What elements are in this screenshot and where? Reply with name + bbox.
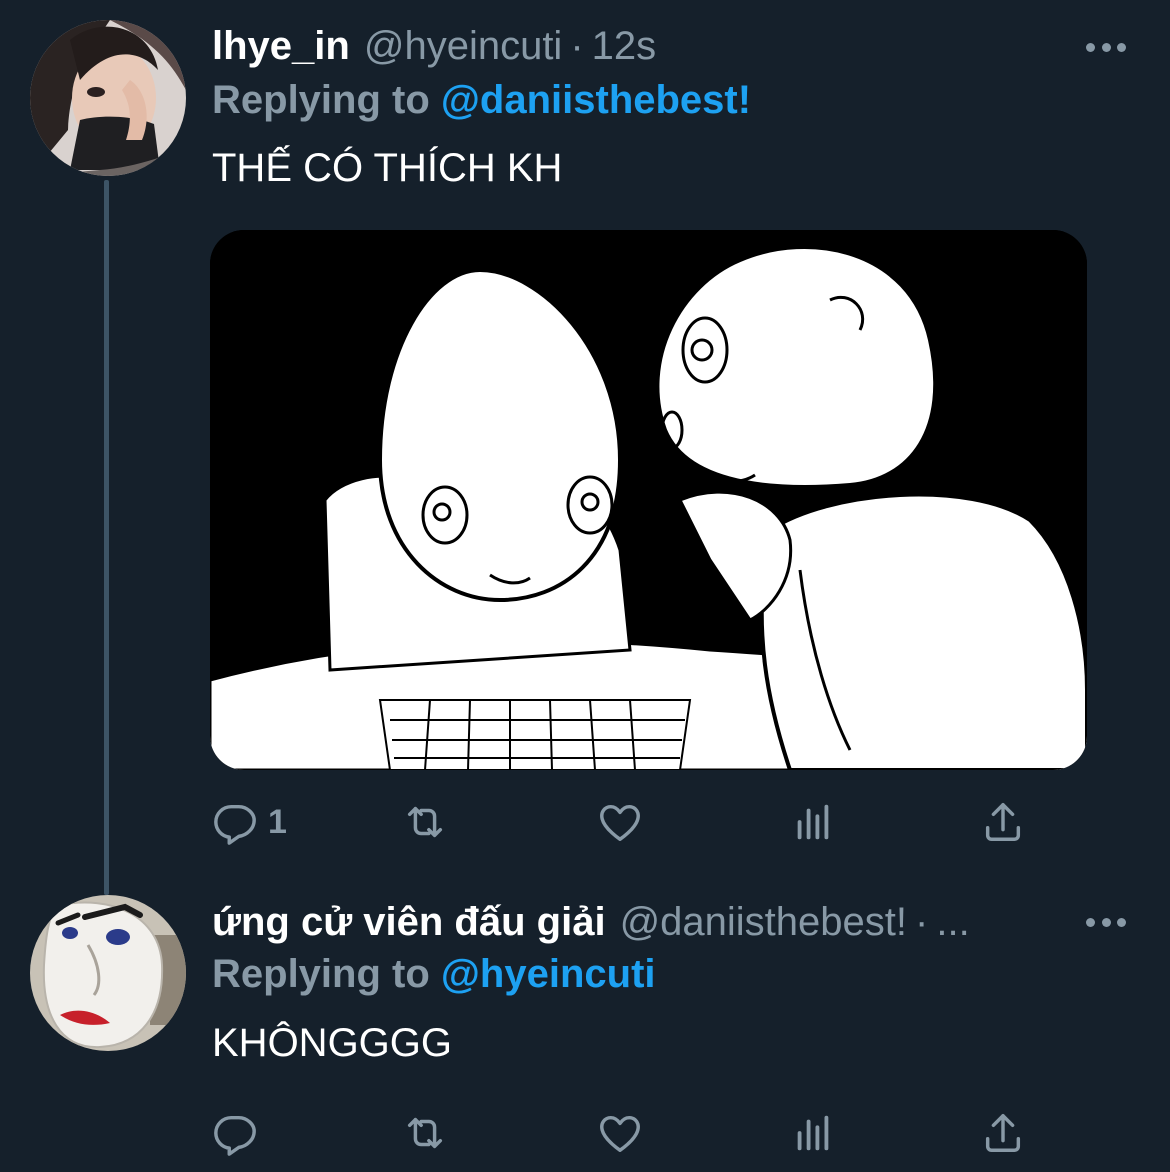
share-button[interactable] [980,796,1026,848]
share-icon [985,1114,1021,1152]
reply-icon [214,804,256,845]
like-button[interactable] [597,1107,643,1159]
avatar[interactable] [30,895,186,1051]
tweet-header: ứng cử viên đấu giải @daniisthebest! · .… [212,894,970,950]
replying-to-handle[interactable]: @hyeincuti [441,952,656,996]
reply-button[interactable]: 1 [212,796,287,848]
reply-icon [214,1115,256,1156]
tweet-actions: 1 [212,796,1072,848]
replying-to: Replying to @hyeincuti [212,946,656,1002]
avatar[interactable] [30,20,186,176]
tweet-text: THẾ CÓ THÍCH KH [212,146,563,190]
retweet-icon [407,1117,443,1149]
share-button[interactable] [980,1107,1026,1159]
tweet-text: KHÔNGGGG [212,1021,453,1065]
views-icon [797,1115,829,1151]
separator-dot: · [915,900,929,944]
retweet-button[interactable] [402,796,448,848]
display-name[interactable]: ứng cử viên đấu giải [212,894,606,950]
retweet-button[interactable] [402,1107,448,1159]
tweet-actions [212,1107,1072,1159]
views-icon [797,804,829,840]
like-button[interactable] [597,796,643,848]
more-icon[interactable] [1086,915,1126,929]
user-handle[interactable]: @daniisthebest! [620,894,907,950]
user-handle[interactable]: @hyeincuti [364,18,562,74]
thread-connector-line [104,180,109,895]
avatar-photo [30,895,186,1051]
views-button[interactable] [790,796,836,848]
views-button[interactable] [790,1107,836,1159]
tweet-media-image[interactable] [210,230,1087,770]
like-icon [600,804,640,841]
replying-to-label: Replying to [212,952,430,996]
share-icon [985,803,1021,841]
reply-button[interactable] [212,1107,268,1159]
retweet-icon [407,806,443,838]
reply-count: 1 [268,802,287,841]
separator-dot: · [570,24,584,68]
avatar-photo [30,20,186,176]
replying-to-label: Replying to [212,78,430,122]
tweet-header: lhye_in @hyeincuti · 12s [212,18,656,74]
replying-to: Replying to @daniisthebest! [212,72,751,128]
display-name[interactable]: lhye_in [212,18,350,74]
like-icon [600,1115,640,1152]
sketch-illustration [210,230,1087,770]
timestamp[interactable]: ... [936,894,969,950]
replying-to-handle[interactable]: @daniisthebest! [441,78,751,122]
timestamp[interactable]: 12s [592,18,657,74]
more-icon[interactable] [1086,40,1126,54]
